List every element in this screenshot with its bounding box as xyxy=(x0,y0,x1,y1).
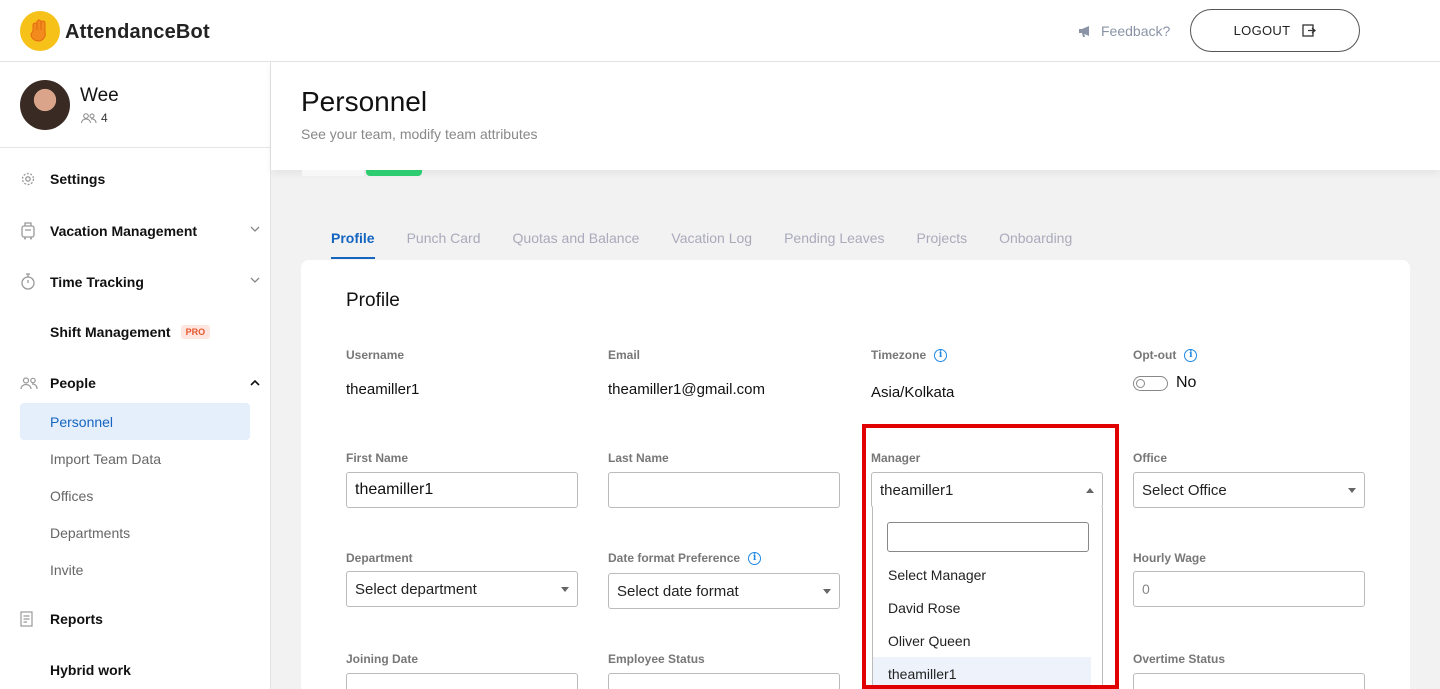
feedback-label: Feedback? xyxy=(1101,23,1171,39)
sidebar-item-label: Settings xyxy=(50,171,106,187)
report-icon xyxy=(20,611,33,627)
sidebar-item-label: Time Tracking xyxy=(50,274,144,290)
hidden-tab-indicator xyxy=(302,170,364,176)
first-name-field[interactable]: theamiller1 xyxy=(346,472,578,508)
date-format-selected-value: Select date format xyxy=(617,582,739,600)
sidebar-item-shift-management[interactable]: Shift Management PRO xyxy=(20,324,260,340)
date-format-label: Date format Preference i xyxy=(608,551,762,565)
sidebar-item-reports[interactable]: Reports xyxy=(20,611,260,627)
attendancebot-logo-icon[interactable] xyxy=(20,11,60,51)
office-select[interactable]: Select Office xyxy=(1133,472,1365,508)
page-header: Personnel See your team, modify team att… xyxy=(271,62,1440,170)
info-icon[interactable]: i xyxy=(934,348,948,362)
sidebar-subitem-departments[interactable]: Departments xyxy=(20,514,250,551)
timezone-label: Timezone i xyxy=(871,348,948,362)
page-title: Personnel xyxy=(301,86,428,117)
divider xyxy=(0,147,270,148)
people-icon xyxy=(20,376,38,389)
sidebar-subitem-import-team-data[interactable]: Import Team Data xyxy=(20,440,250,477)
joining-date-label: Joining Date xyxy=(346,652,419,666)
info-icon[interactable]: i xyxy=(748,551,762,565)
suitcase-icon xyxy=(21,222,35,240)
feedback-link[interactable]: Feedback? xyxy=(1078,23,1170,39)
caret-down-icon xyxy=(1348,488,1356,493)
tab-quotas-and-balance[interactable]: Quotas and Balance xyxy=(513,230,640,259)
sidebar-subitem-offices[interactable]: Offices xyxy=(20,477,250,514)
team-count: 4 xyxy=(80,111,108,125)
tab-projects[interactable]: Projects xyxy=(917,230,968,259)
sidebar-subitem-personnel[interactable]: Personnel xyxy=(20,403,250,440)
hourly-wage-label: Hourly Wage xyxy=(1133,551,1206,565)
email-value: theamiller1@gmail.com xyxy=(608,381,765,398)
profile-card: Profile Username theamiller1 Email theam… xyxy=(301,260,1410,689)
pro-badge: PRO xyxy=(180,325,211,339)
sidebar-item-vacation-management[interactable]: Vacation Management xyxy=(20,222,260,240)
tab-onboarding[interactable]: Onboarding xyxy=(999,230,1072,259)
hourly-wage-field[interactable]: 0 xyxy=(1133,571,1365,607)
chevron-down-icon xyxy=(250,226,260,232)
team-count-value: 4 xyxy=(101,111,108,125)
date-format-select[interactable]: Select date format xyxy=(608,573,840,609)
employee-status-select[interactable] xyxy=(608,673,840,689)
info-icon[interactable]: i xyxy=(1184,348,1198,362)
department-selected-value: Select department xyxy=(355,580,477,598)
sidebar-item-label: Shift Management xyxy=(50,324,171,340)
department-label: Department xyxy=(346,551,413,565)
chevron-down-icon xyxy=(250,277,260,283)
optout-value: No xyxy=(1176,374,1197,391)
tab-pending-leaves[interactable]: Pending Leaves xyxy=(784,230,884,259)
logout-label: LOGOUT xyxy=(1233,23,1291,38)
tab-profile[interactable]: Profile xyxy=(331,230,375,259)
optout-toggle[interactable] xyxy=(1133,376,1168,391)
sidebar-item-settings[interactable]: Settings xyxy=(20,171,260,187)
sidebar-item-label: Vacation Management xyxy=(50,223,198,239)
first-name-label: First Name xyxy=(346,451,409,465)
username-value: theamiller1 xyxy=(346,381,420,398)
profile-title: Profile xyxy=(346,290,400,311)
sidebar-item-label: Hybrid work xyxy=(50,662,131,678)
tab-punch-card[interactable]: Punch Card xyxy=(407,230,481,259)
sidebar-item-hybrid-work[interactable]: Hybrid work xyxy=(20,662,260,678)
stopwatch-icon xyxy=(21,273,35,290)
brand-name: AttendanceBot xyxy=(65,21,210,43)
profile-tabs: Profile Punch Card Quotas and Balance Va… xyxy=(331,230,1104,259)
last-name-label: Last Name xyxy=(608,451,669,465)
user-name: Wee xyxy=(80,85,119,106)
office-selected-value: Select Office xyxy=(1142,481,1227,499)
caret-down-icon xyxy=(561,587,569,592)
tab-vacation-log[interactable]: Vacation Log xyxy=(671,230,752,259)
page-subtitle: See your team, modify team attributes xyxy=(301,126,538,142)
avatar[interactable] xyxy=(20,80,70,130)
timezone-value: Asia/Kolkata xyxy=(871,384,955,401)
sidebar-item-time-tracking[interactable]: Time Tracking xyxy=(20,273,260,291)
username-label: Username xyxy=(346,348,405,362)
gear-icon xyxy=(21,172,35,186)
sidebar-item-people[interactable]: People xyxy=(20,375,260,391)
overtime-status-label: Overtime Status xyxy=(1133,652,1226,666)
office-label: Office xyxy=(1133,451,1168,465)
top-bar: AttendanceBot Feedback? LOGOUT xyxy=(0,0,1440,62)
department-select[interactable]: Select department xyxy=(346,571,578,607)
email-label: Email xyxy=(608,348,641,362)
sidebar-item-label: Reports xyxy=(50,611,103,627)
team-icon xyxy=(81,112,97,123)
logout-icon xyxy=(1302,24,1317,37)
last-name-field[interactable] xyxy=(608,472,840,508)
sidebar: Wee 4 Settings Vacation Management Time … xyxy=(0,62,271,689)
highlight-box xyxy=(862,424,1119,689)
megaphone-icon xyxy=(1079,25,1089,37)
logout-button[interactable]: LOGOUT xyxy=(1190,9,1360,52)
sidebar-subitem-invite[interactable]: Invite xyxy=(20,551,250,588)
sidebar-item-label: People xyxy=(50,375,96,391)
optout-label: Opt-out i xyxy=(1133,348,1198,362)
caret-down-icon xyxy=(823,589,831,594)
joining-date-field[interactable] xyxy=(346,673,578,689)
employee-status-label: Employee Status xyxy=(608,652,705,666)
chevron-up-icon xyxy=(250,380,260,386)
overtime-status-select[interactable] xyxy=(1133,673,1365,689)
green-tab-indicator xyxy=(366,170,422,176)
